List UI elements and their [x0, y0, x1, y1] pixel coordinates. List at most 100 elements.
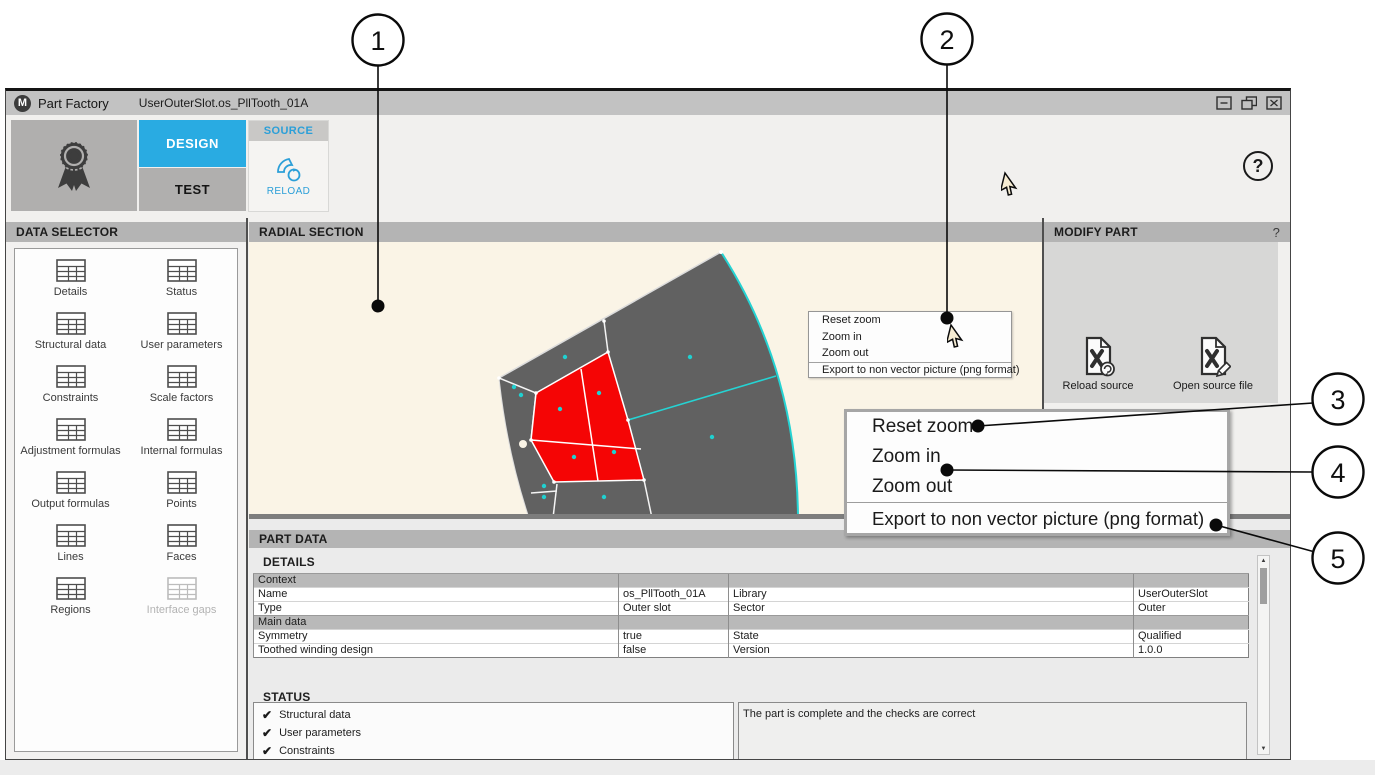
- context-menu-magnified: Reset zoom Zoom in Zoom out Export to no…: [844, 409, 1230, 536]
- scrollbar-thumb[interactable]: [1260, 568, 1267, 604]
- tab-design[interactable]: DESIGN: [139, 120, 246, 167]
- menu-item-zoom-in[interactable]: Zoom in: [847, 442, 1227, 472]
- check-label: Structural data: [279, 709, 351, 721]
- menu-item-reset-zoom[interactable]: Reset zoom: [809, 312, 1011, 329]
- data-selector-item-details[interactable]: Details: [15, 259, 126, 312]
- source-group-header: SOURCE: [249, 121, 328, 141]
- menu-item-export-png[interactable]: Export to non vector picture (png format…: [809, 362, 1011, 377]
- check-icon: [262, 708, 272, 722]
- scroll-down-arrow-icon[interactable]: [1258, 744, 1269, 754]
- table-row: Toothed winding design false Version 1.0…: [254, 644, 1249, 658]
- modify-part-header: MODIFY PART ?: [1044, 222, 1290, 242]
- table-icon: [167, 365, 197, 388]
- data-selector-item-scale-factors[interactable]: Scale factors: [126, 365, 237, 418]
- source-group: SOURCE RELOAD: [248, 120, 329, 212]
- reload-label: RELOAD: [267, 186, 311, 197]
- tab-test[interactable]: TEST: [139, 168, 246, 211]
- callout-number-4: 4: [1330, 458, 1345, 488]
- callout-circle-1: [353, 15, 404, 66]
- part-data-title: PART DATA: [259, 532, 327, 546]
- restore-button[interactable]: [1241, 96, 1257, 110]
- details-title: DETAILS: [263, 555, 315, 569]
- modify-part-title: MODIFY PART: [1054, 225, 1138, 239]
- data-selector-item-regions[interactable]: Regions: [15, 577, 126, 630]
- table-section-row: Main data: [254, 616, 1249, 630]
- table-icon: [56, 418, 86, 441]
- data-selector-item-interface-gaps: Interface gaps: [126, 577, 237, 630]
- table-icon: [167, 524, 197, 547]
- item-label: Points: [166, 498, 197, 510]
- table-icon: [167, 312, 197, 335]
- table-row: Name os_PllTooth_01A Library UserOuterSl…: [254, 588, 1249, 602]
- help-button[interactable]: ?: [1243, 151, 1273, 181]
- data-selector-item-user-parameters[interactable]: User parameters: [126, 312, 237, 365]
- data-selector-item-lines[interactable]: Lines: [15, 524, 126, 577]
- menu-item-reset-zoom[interactable]: Reset zoom: [847, 412, 1227, 442]
- check-icon: [262, 744, 272, 758]
- data-selector-item-internal-formulas[interactable]: Internal formulas: [126, 418, 237, 471]
- open-source-file-icon: [1195, 336, 1231, 377]
- data-selector-item-points[interactable]: Points: [126, 471, 237, 524]
- close-icon: [1266, 96, 1282, 110]
- item-label: Faces: [167, 551, 197, 563]
- menu-item-zoom-out[interactable]: Zoom out: [809, 345, 1011, 362]
- check-icon: [262, 726, 272, 740]
- reload-sector-icon: [274, 155, 304, 183]
- data-selector-item-structural-data[interactable]: Structural data: [15, 312, 126, 365]
- data-selector-item-status[interactable]: Status: [126, 259, 237, 312]
- details-table: Context Name os_PllTooth_01A Library Use…: [253, 573, 1249, 658]
- data-selector-panel: Details Status Structural data User para…: [6, 242, 247, 759]
- vertical-scrollbar[interactable]: [1257, 555, 1270, 755]
- callout-number-5: 5: [1330, 544, 1345, 574]
- callout-number-3: 3: [1330, 385, 1345, 415]
- data-selector-item-output-formulas[interactable]: Output formulas: [15, 471, 126, 524]
- desktop-strip: [0, 760, 1375, 775]
- item-label: User parameters: [141, 339, 223, 351]
- mouse-cursor-icon: [1001, 171, 1027, 199]
- context-menu: Reset zoom Zoom in Zoom out Export to no…: [808, 311, 1012, 378]
- menu-item-zoom-in[interactable]: Zoom in: [809, 329, 1011, 346]
- open-source-file-button[interactable]: Open source file: [1163, 336, 1263, 392]
- menu-item-zoom-out[interactable]: Zoom out: [847, 472, 1227, 502]
- menu-item-export-png[interactable]: Export to non vector picture (png format…: [847, 502, 1227, 533]
- modify-part-help-button[interactable]: ?: [1273, 225, 1280, 240]
- item-label: Output formulas: [31, 498, 109, 510]
- scroll-up-arrow-icon[interactable]: [1258, 556, 1269, 566]
- data-selector-item-constraints[interactable]: Constraints: [15, 365, 126, 418]
- table-icon: [56, 312, 86, 335]
- status-checks-box: Structural data User parameters Constrai…: [253, 702, 734, 760]
- interface-gap-notch: [519, 440, 527, 448]
- table-row: Type Outer slot Sector Outer: [254, 602, 1249, 616]
- reload-button[interactable]: RELOAD: [249, 141, 328, 211]
- callout-circle-3: [1313, 374, 1364, 425]
- close-button[interactable]: [1266, 96, 1282, 110]
- section-label: Main data: [254, 616, 619, 630]
- table-icon-disabled: [167, 577, 197, 600]
- data-selector-item-adjustment-formulas[interactable]: Adjustment formulas: [15, 418, 126, 471]
- callout-number-2: 2: [939, 25, 954, 55]
- status-check-row: User parameters: [262, 724, 725, 742]
- table-icon: [56, 524, 86, 547]
- qualification-badge-button[interactable]: [11, 120, 137, 211]
- table-row: Symmetry true State Qualified: [254, 630, 1249, 644]
- item-label: Status: [166, 286, 197, 298]
- reload-source-label: Reload source: [1063, 380, 1134, 392]
- item-label: Regions: [50, 604, 90, 616]
- minimize-button[interactable]: [1216, 96, 1232, 110]
- data-selector-grid: Details Status Structural data User para…: [15, 249, 237, 630]
- item-label: Adjustment formulas: [20, 445, 120, 457]
- app-name: Part Factory: [38, 96, 109, 111]
- table-icon: [56, 577, 86, 600]
- restore-icon: [1241, 96, 1257, 110]
- reload-source-button[interactable]: Reload source: [1048, 336, 1148, 392]
- table-icon: [56, 259, 86, 282]
- mouse-cursor-icon: [947, 323, 973, 351]
- title-bar: M Part Factory UserOuterSlot.os_PllTooth…: [6, 91, 1290, 115]
- check-label: User parameters: [279, 727, 361, 739]
- radial-section-title: RADIAL SECTION: [259, 225, 364, 239]
- table-icon: [167, 259, 197, 282]
- data-selector-item-faces[interactable]: Faces: [126, 524, 237, 577]
- window-controls: [1216, 96, 1282, 110]
- callout-circle-2: [922, 14, 973, 65]
- item-label: Lines: [57, 551, 83, 563]
